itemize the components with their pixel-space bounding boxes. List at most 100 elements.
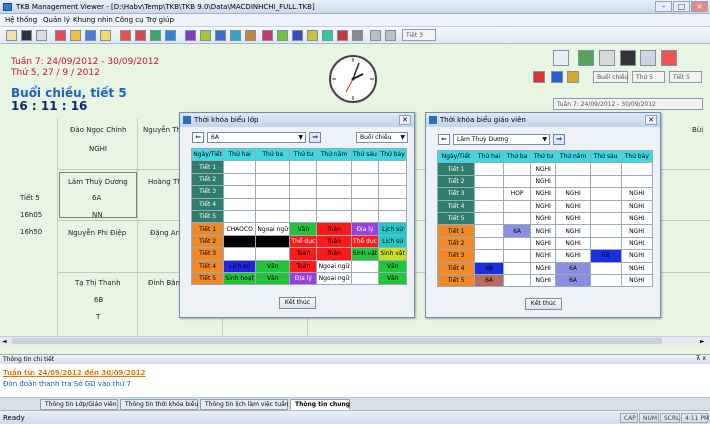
tool-d-icon[interactable] (165, 30, 176, 41)
timetable-cell[interactable]: NGHI (530, 187, 557, 201)
teacher-select[interactable]: Lâm Thuỳ Dương ▼ (453, 134, 550, 145)
prev-teacher-button[interactable]: ⇐ (438, 134, 450, 145)
timetable-cell[interactable] (350, 197, 380, 211)
chart-e-icon[interactable] (245, 30, 256, 41)
timetable-cell[interactable] (474, 199, 505, 213)
teacher-cell-name[interactable]: Nguyễn Th (143, 126, 181, 134)
timetable-cell[interactable]: NGHI (620, 236, 654, 251)
close-window-button[interactable]: × (691, 1, 708, 12)
timetable-cell[interactable] (316, 209, 352, 224)
timetable-cell[interactable]: NGHI (620, 224, 654, 238)
chart-j-icon[interactable] (322, 30, 333, 41)
timetable-cell[interactable]: NGHI (620, 199, 654, 213)
timetable-cell[interactable] (378, 209, 407, 224)
class-dialog-finish-button[interactable]: Kết thúc (279, 297, 316, 309)
timetable-cell[interactable]: Toán (289, 247, 318, 261)
timetable-cell[interactable] (378, 172, 407, 187)
timetable-cell[interactable] (503, 236, 532, 251)
timetable-cell[interactable] (255, 185, 291, 199)
teacher-dialog-close-icon[interactable]: ✕ (645, 115, 657, 125)
next-teacher-button[interactable]: ⇒ (553, 134, 565, 145)
chart-c-icon[interactable] (215, 30, 226, 41)
timetable-cell[interactable] (589, 273, 622, 288)
save-icon[interactable] (21, 30, 32, 41)
timetable-cell[interactable]: Lịch sử (223, 259, 257, 273)
day-select[interactable]: Thứ 5 (632, 71, 665, 83)
timetable-cell[interactable] (503, 211, 532, 226)
timetable-cell[interactable]: Văn (289, 222, 318, 236)
menu-tro-giup[interactable]: Trợ giúp (146, 16, 174, 24)
teacher-cell-name[interactable]: Tạ Thị Thanh (75, 279, 121, 287)
timetable-cell[interactable]: Ngoại ngữ (316, 271, 352, 286)
timetable-cell[interactable] (474, 249, 505, 263)
timetable-cell[interactable] (223, 185, 257, 199)
timetable-cell[interactable] (289, 185, 318, 199)
timetable-cell[interactable]: Sinh vật (350, 247, 380, 261)
maximize-button[interactable]: □ (673, 1, 690, 12)
timetable-cell[interactable]: 6A (555, 273, 591, 288)
timetable-cell[interactable] (255, 160, 291, 174)
timetable-cell[interactable] (474, 162, 505, 176)
menu-he-thong[interactable]: Hệ thống (5, 16, 37, 24)
tool-a-icon[interactable] (120, 30, 131, 41)
menu-quan-ly[interactable]: Quản lý (43, 16, 70, 24)
timetable-cell[interactable] (589, 211, 622, 226)
timetable-cell[interactable] (589, 187, 622, 201)
timetable-cell[interactable] (378, 160, 407, 174)
teacher-cell-name[interactable]: Hoàng Th (148, 178, 182, 186)
timetable-cell[interactable]: Lịch sử (378, 222, 407, 236)
timetable-cell[interactable] (223, 197, 257, 211)
timetable-cell[interactable]: Toán (316, 222, 352, 236)
timetable-cell[interactable] (589, 162, 622, 176)
settings-icon[interactable] (599, 50, 615, 66)
scroll-left-icon[interactable]: ◄ (2, 338, 10, 345)
refresh-icon[interactable] (578, 50, 594, 66)
tool-b-icon[interactable] (135, 30, 146, 41)
open-icon[interactable] (6, 30, 17, 41)
menu-cong-cu[interactable]: Công cụ (115, 16, 144, 24)
timetable-cell[interactable]: Toán (316, 234, 352, 249)
timetable-cell[interactable]: Sinh hoạt (223, 271, 257, 286)
view-b-icon[interactable] (567, 71, 579, 83)
timetable-cell[interactable] (223, 234, 257, 249)
timetable-cell[interactable] (555, 162, 591, 176)
timetable-cell[interactable]: NGHI (620, 211, 654, 226)
chart-f-icon[interactable] (262, 30, 273, 41)
timetable-cell[interactable]: Sinh vật (378, 247, 407, 261)
timetable-cell[interactable] (589, 261, 622, 275)
export-g-icon[interactable] (553, 50, 569, 66)
print-icon[interactable] (36, 30, 47, 41)
timetable-cell[interactable] (620, 162, 654, 176)
timetable-cell[interactable]: NGHI (620, 261, 654, 275)
timetable-cell[interactable] (223, 172, 257, 187)
timetable-cell[interactable]: 6B (589, 249, 622, 263)
class-view-icon[interactable] (55, 30, 66, 41)
chart-h-icon[interactable] (292, 30, 303, 41)
class-dialog-close-icon[interactable]: ✕ (399, 115, 411, 125)
timetable-cell[interactable]: Toán (289, 259, 318, 273)
tab-timetable-info[interactable]: Thông tin thời khóa biểu (120, 399, 198, 410)
flag-icon[interactable] (533, 71, 545, 83)
timetable-cell[interactable] (223, 247, 257, 261)
subject-view-icon[interactable] (100, 30, 111, 41)
week-link[interactable]: Tuần từ: 24/09/2012 đến 30/09/2012 (3, 369, 145, 377)
timetable-cell[interactable]: NGHI (530, 199, 557, 213)
horizontal-scrollbar[interactable]: ◄ ► (0, 336, 710, 345)
timetable-cell[interactable] (474, 211, 505, 226)
timetable-cell[interactable] (255, 197, 291, 211)
timetable-cell[interactable] (503, 273, 532, 288)
room-view-icon[interactable] (85, 30, 96, 41)
teacher-cell-name[interactable]: Bùi (692, 126, 703, 134)
timetable-cell[interactable] (350, 259, 380, 273)
timetable-cell[interactable] (589, 224, 622, 238)
view-a-icon[interactable] (551, 71, 563, 83)
close-view-icon[interactable] (661, 50, 677, 66)
next-class-button[interactable]: ⇒ (309, 132, 321, 143)
timetable-cell[interactable]: Văn (255, 271, 291, 286)
timetable-cell[interactable] (255, 172, 291, 187)
timetable-cell[interactable] (378, 197, 407, 211)
chart-k-icon[interactable] (337, 30, 348, 41)
timetable-cell[interactable] (350, 160, 380, 174)
timetable-cell[interactable] (255, 209, 291, 224)
timetable-cell[interactable] (223, 160, 257, 174)
